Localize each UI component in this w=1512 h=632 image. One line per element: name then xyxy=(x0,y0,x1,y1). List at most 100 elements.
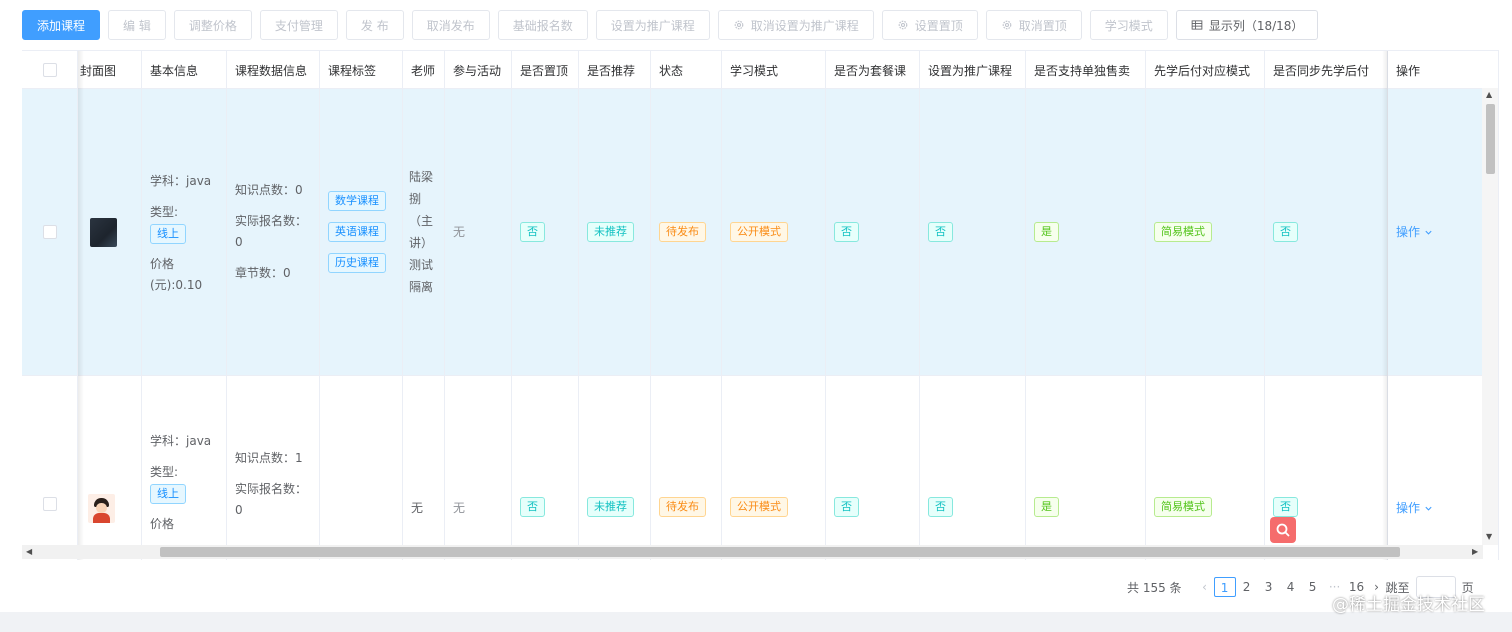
page-number[interactable]: 3 xyxy=(1258,577,1280,597)
page-number[interactable]: 5 xyxy=(1302,577,1324,597)
activity-value: 无 xyxy=(453,501,466,515)
pay-later-mode-tag: 简易模式 xyxy=(1154,222,1212,242)
payment-management-button[interactable]: 支付管理 xyxy=(259,10,338,40)
page-number[interactable]: 4 xyxy=(1280,577,1302,597)
cover-image[interactable] xyxy=(90,217,117,247)
prev-page-icon[interactable]: ‹ xyxy=(1196,580,1214,594)
chevron-down-icon xyxy=(1425,230,1432,235)
actions-dropdown[interactable]: 操作 xyxy=(1396,498,1433,519)
row-select-cell xyxy=(22,89,78,375)
column-display-button[interactable]: 显示列（18/18） xyxy=(1175,10,1319,40)
study-mode-button[interactable]: 学习模式 xyxy=(1089,10,1168,40)
pay-later-mode-cell: 简易模式 xyxy=(1146,376,1265,560)
col-promoted: 设置为推广课程 xyxy=(920,51,1026,89)
cover-image[interactable] xyxy=(88,494,115,523)
unset-pinned-button[interactable]: 取消置顶 xyxy=(985,10,1082,40)
row-checkbox[interactable] xyxy=(42,497,57,511)
scroll-down-icon[interactable]: ▼ xyxy=(1486,532,1492,541)
publish-button[interactable]: 发 布 xyxy=(345,10,404,40)
select-all-checkbox[interactable] xyxy=(42,63,57,77)
add-course-button[interactable]: 添加课程 xyxy=(22,10,101,40)
promoted-cell: 否 xyxy=(920,89,1026,375)
activity-cell: 无 xyxy=(445,376,512,560)
col-status: 状态 xyxy=(651,51,722,89)
pagination-total: 共 155 条 xyxy=(1127,580,1182,595)
table-icon xyxy=(1191,20,1203,30)
vertical-scroll-thumb[interactable] xyxy=(1486,104,1495,174)
promoted-tag: 否 xyxy=(928,222,953,242)
recommended-cell: 未推荐 xyxy=(579,89,651,375)
course-management-page: 添加课程 编 辑 调整价格 支付管理 发 布 取消发布 基础报名数 设置为推广课… xyxy=(0,0,1512,632)
watermark: @稀土掘金技术社区 xyxy=(1332,595,1485,615)
unpublish-button[interactable]: 取消发布 xyxy=(411,10,490,40)
col-pay-later-mode: 先学后付对应模式 xyxy=(1146,51,1265,89)
tags-cell: 数学课程 英语课程 历史课程 xyxy=(320,89,403,375)
bundle-cell: 否 xyxy=(826,89,920,375)
chapter-count: 章节数：0 xyxy=(235,266,291,280)
row-checkbox[interactable] xyxy=(42,225,57,239)
course-tag: 英语课程 xyxy=(328,222,386,242)
edit-button[interactable]: 编 辑 xyxy=(108,10,166,40)
col-data-info: 课程数据信息 xyxy=(227,51,320,89)
actions-label: 操作 xyxy=(1396,501,1421,515)
data-info-cell: 知识点数：1 实际报名数：0 xyxy=(227,376,320,560)
scroll-right-icon[interactable]: ▶ xyxy=(1472,547,1478,556)
teacher-name: 陆梁捌（主讲）测试隔离 xyxy=(409,170,434,294)
enrolled-count: 实际报名数：0 xyxy=(235,214,308,249)
cover-cell xyxy=(78,89,142,375)
unset-promoted-button[interactable]: 取消设置为推广课程 xyxy=(717,10,874,40)
set-pinned-button[interactable]: 设置置顶 xyxy=(881,10,978,40)
floating-search-button[interactable] xyxy=(1270,517,1296,543)
bundle-tag: 否 xyxy=(834,222,859,242)
page-number[interactable]: 2 xyxy=(1236,577,1258,597)
sold-separately-cell: 是 xyxy=(1026,89,1146,375)
vertical-scrollbar[interactable]: ▲ ▼ xyxy=(1482,88,1498,545)
horizontal-scrollbar[interactable]: ◀ ▶ xyxy=(22,545,1483,559)
page-number[interactable]: 1 xyxy=(1213,577,1236,597)
gear-icon xyxy=(734,20,744,30)
set-promoted-button[interactable]: 设置为推广课程 xyxy=(595,10,710,40)
pinned-tag: 否 xyxy=(520,497,545,517)
fixed-column-shadow xyxy=(1382,51,1388,560)
knowledge-count: 知识点数：0 xyxy=(235,183,303,197)
sold-separately-tag: 是 xyxy=(1034,497,1059,517)
chevron-down-icon xyxy=(1425,506,1432,511)
study-mode-cell: 公开模式 xyxy=(722,376,826,560)
col-sync-pay-later: 是否同步先学后付 xyxy=(1265,51,1388,89)
adjust-price-button[interactable]: 调整价格 xyxy=(173,10,252,40)
scroll-left-icon[interactable]: ◀ xyxy=(26,547,32,556)
table-header: 封面图 基本信息 课程数据信息 课程标签 老师 参与活动 是否置顶 是否推荐 状… xyxy=(22,51,1499,89)
recommended-tag: 未推荐 xyxy=(587,497,634,517)
row-select-cell xyxy=(22,376,78,560)
col-study-mode: 学习模式 xyxy=(722,51,826,89)
base-enrollment-button[interactable]: 基础报名数 xyxy=(497,10,588,40)
table-row[interactable]: 学科：java 类型: 线上 价格(元):0.10 知识点数：0 实际报名数：0… xyxy=(22,89,1499,376)
sync-pay-later-tag: 否 xyxy=(1273,222,1298,242)
sync-pay-later-cell: 否 xyxy=(1265,89,1388,375)
col-actions: 操作 xyxy=(1388,51,1499,89)
bundle-cell: 否 xyxy=(826,376,920,560)
col-recommended: 是否推荐 xyxy=(579,51,651,89)
tags-cell xyxy=(320,376,403,560)
study-mode-tag: 公开模式 xyxy=(730,497,788,517)
course-tag: 数学课程 xyxy=(328,191,386,211)
status-cell: 待发布 xyxy=(651,376,722,560)
pinned-tag: 否 xyxy=(520,222,545,242)
search-icon xyxy=(1276,523,1290,537)
actions-dropdown[interactable]: 操作 xyxy=(1396,222,1433,243)
type-label: 类型: xyxy=(150,204,179,219)
study-mode-tag: 公开模式 xyxy=(730,222,788,242)
activity-cell: 无 xyxy=(445,89,512,375)
pay-later-mode-tag: 简易模式 xyxy=(1154,497,1212,517)
col-sold-separately: 是否支持单独售卖 xyxy=(1026,51,1146,89)
horizontal-scroll-thumb[interactable] xyxy=(160,547,1400,557)
enrolled-count: 实际报名数：0 xyxy=(235,482,308,517)
col-tags: 课程标签 xyxy=(320,51,403,89)
col-activity: 参与活动 xyxy=(445,51,512,89)
basic-info-cell: 学科：java 类型: 线上 价格 xyxy=(142,376,227,560)
type-label: 类型: xyxy=(150,465,179,479)
gear-icon xyxy=(898,20,908,30)
scroll-up-icon[interactable]: ▲ xyxy=(1486,90,1492,99)
basic-info-cell: 学科：java 类型: 线上 价格(元):0.10 xyxy=(142,89,227,375)
col-teacher: 老师 xyxy=(403,51,445,89)
